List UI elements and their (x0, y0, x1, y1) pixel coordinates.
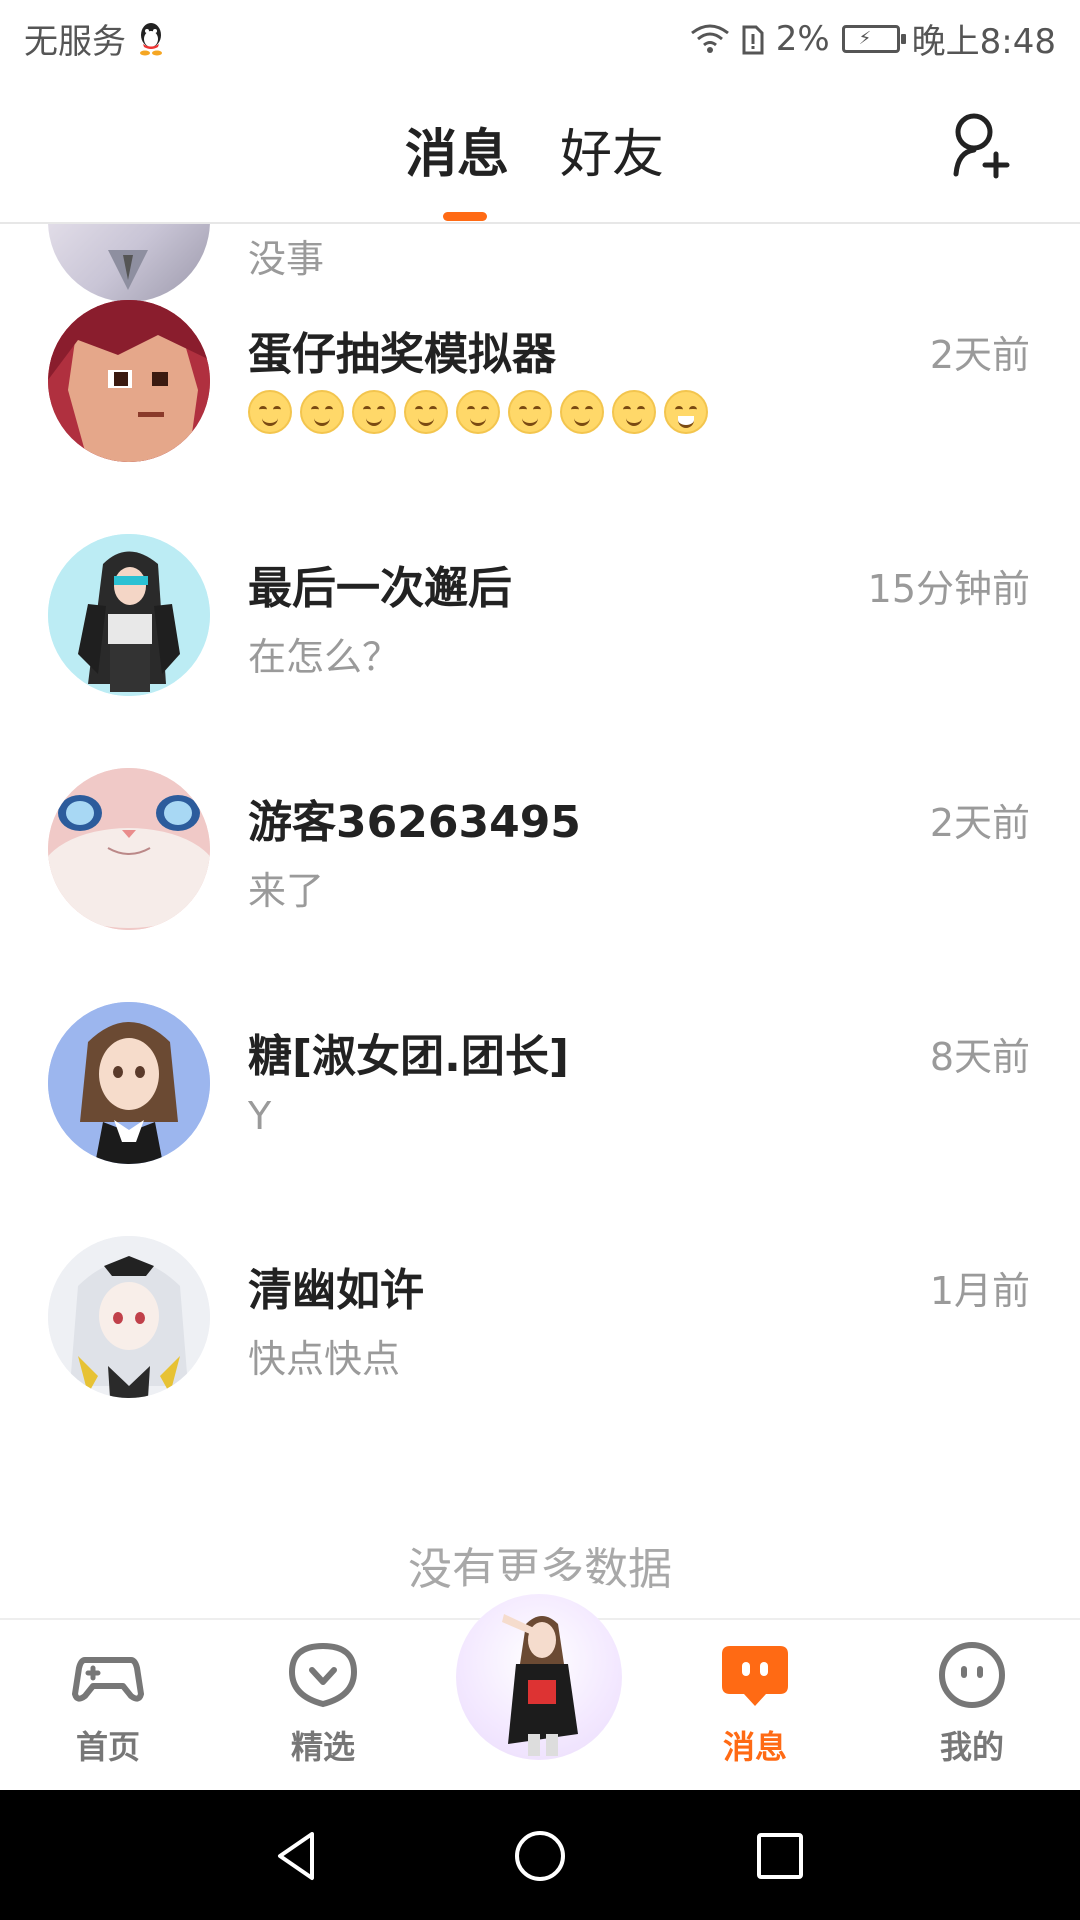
contact-name: 清幽如许 (248, 1265, 424, 1316)
wifi-icon (690, 24, 729, 53)
smile-emoji-icon (352, 390, 396, 434)
system-nav-bar (0, 1790, 1080, 1920)
list-item[interactable]: 糖[淑女团.团长] 8天前 Y (0, 978, 1080, 1212)
message-time: 2天前 (929, 801, 1030, 845)
nav-home[interactable]: 首页 (38, 1638, 178, 1768)
nav-label: 消息 (722, 1728, 787, 1766)
message-time: 15分钟前 (867, 567, 1030, 611)
nav-label: 我的 (939, 1728, 1004, 1766)
avatar (48, 300, 210, 462)
message-preview: 来了 (248, 869, 325, 913)
add-friend-icon[interactable] (950, 110, 1014, 180)
list-item[interactable]: 游客36263495 2天前 来了 (0, 744, 1080, 978)
message-preview: 没事 (248, 237, 325, 281)
contact-name: 糖[淑女团.团长] (248, 1031, 569, 1082)
contact-name: 最后一次邂后 (248, 563, 512, 614)
recents-icon[interactable] (750, 1826, 810, 1886)
tab-friends[interactable]: 好友 (560, 112, 664, 187)
gamepad-icon (72, 1657, 144, 1702)
message-time: 2天前 (929, 333, 1030, 377)
grin-emoji-icon (664, 390, 708, 434)
list-item[interactable]: 蛋仔抽奖模拟器 2天前 (0, 276, 1080, 510)
qq-icon (140, 22, 162, 55)
clock: 晚上8:48 (911, 22, 1056, 62)
back-icon[interactable] (268, 1826, 328, 1886)
avatar (48, 1002, 210, 1164)
contact-name: 游客36263495 (248, 797, 581, 848)
smile-emoji-icon (404, 390, 448, 434)
battery-percent: 2% (775, 18, 830, 59)
list-item[interactable]: 清幽如许 1月前 快点快点 (0, 1212, 1080, 1446)
nav-mine[interactable]: 我的 (902, 1638, 1042, 1768)
center-avatar-button[interactable] (456, 1594, 622, 1760)
smile-emoji-icon (560, 390, 604, 434)
nav-featured[interactable]: 精选 (253, 1638, 393, 1768)
nav-label: 精选 (290, 1728, 355, 1766)
top-header: 消息 好友 (0, 76, 1080, 224)
smile-emoji-icon (612, 390, 656, 434)
sim-alert-icon (742, 25, 764, 54)
nav-label: 首页 (75, 1728, 140, 1766)
home-circle-icon[interactable] (510, 1826, 570, 1886)
heart-chat-icon (288, 1642, 358, 1708)
message-time: 1月前 (929, 1269, 1030, 1313)
avatar (48, 1236, 210, 1398)
tab-messages[interactable]: 消息 (405, 112, 509, 187)
contact-name: 蛋仔抽奖模拟器 (248, 329, 556, 380)
emoji-message (248, 390, 708, 434)
message-time: 8天前 (929, 1035, 1030, 1079)
battery-icon: ⚡ (841, 24, 906, 53)
message-preview: 快点快点 (248, 1337, 401, 1381)
smile-emoji-icon (248, 390, 292, 434)
message-preview: 在怎么？ (248, 635, 401, 679)
smile-emoji-icon (456, 390, 500, 434)
carrier-text: 无服务 (24, 22, 126, 62)
active-tab-indicator (443, 212, 487, 221)
conversation-list: 没事 蛋仔抽奖模拟器 2天前 最后一次邂后 15分钟前 在怎么？ 游客36263… (0, 224, 1080, 1618)
smile-emoji-icon (300, 390, 344, 434)
avatar (48, 768, 210, 930)
smile-emoji-icon (508, 390, 552, 434)
avatar (48, 534, 210, 696)
nav-messages[interactable]: 消息 (685, 1638, 825, 1768)
status-bar: 无服务 2% ⚡ 晚上8:48 (0, 0, 1080, 76)
list-item[interactable]: 最后一次邂后 15分钟前 在怎么？ (0, 510, 1080, 744)
message-preview: Y (248, 1094, 272, 1138)
face-icon (939, 1642, 1005, 1708)
message-bubble-icon (722, 1646, 788, 1706)
